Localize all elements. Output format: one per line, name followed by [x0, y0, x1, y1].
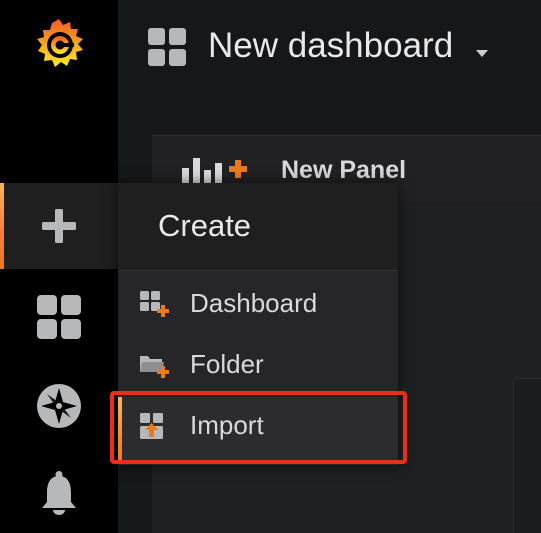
folder-add-icon	[140, 356, 169, 378]
sidebar-item-alerting[interactable]	[0, 456, 118, 530]
active-accent-bar	[0, 183, 4, 269]
sidebar-item-create[interactable]	[0, 183, 118, 269]
create-menu-header[interactable]: Create	[118, 183, 398, 271]
dashboard-add-icon	[140, 291, 169, 317]
menu-item-label: Folder	[190, 349, 264, 379]
sidebar-item-dashboards[interactable]	[0, 278, 118, 356]
dashboard-title[interactable]: New dashboard	[208, 26, 453, 66]
menu-item-label: Dashboard	[190, 288, 318, 318]
highlight-box	[110, 391, 407, 464]
menu-item-dashboard[interactable]: Dashboard	[118, 275, 398, 335]
bell-icon	[42, 471, 76, 515]
create-menu-title: Create	[158, 208, 252, 243]
add-panel-icon	[182, 158, 247, 184]
dashboard-grid-icon	[148, 28, 186, 66]
sidebar	[0, 0, 118, 533]
panel-placeholder	[513, 378, 541, 533]
compass-icon	[37, 384, 81, 428]
dashboards-grid-icon	[37, 295, 81, 339]
caret-down-icon[interactable]	[476, 50, 488, 57]
app-root: New Panel New dashboard Create Dashboard…	[0, 0, 541, 533]
grafana-logo[interactable]	[0, 8, 118, 80]
plus-icon	[42, 209, 76, 243]
sidebar-item-explore[interactable]	[0, 366, 118, 446]
top-navbar: New dashboard	[118, 0, 541, 96]
new-panel-label: New Panel	[281, 156, 407, 184]
menu-item-folder[interactable]: Folder	[118, 336, 398, 396]
grafana-logo-icon	[37, 19, 83, 67]
